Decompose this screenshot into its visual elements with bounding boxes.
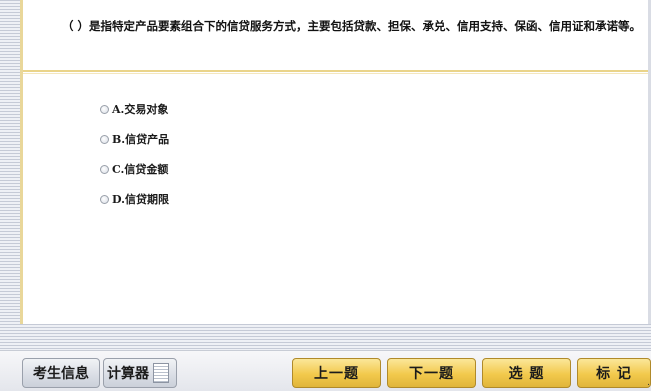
select-question-button[interactable]: 选 题: [482, 358, 571, 388]
calculator-icon: [153, 363, 169, 383]
option-label: A.交易对象: [112, 103, 169, 116]
radio-icon[interactable]: [100, 134, 109, 144]
option-label: C.信贷金额: [112, 163, 169, 176]
answer-options: A.交易对象 B.信贷产品 C.信贷金额 D.信贷期限: [100, 100, 169, 220]
radio-icon[interactable]: [100, 104, 109, 114]
calculator-label: 计算器: [107, 366, 149, 382]
question-divider-secondary: [23, 73, 648, 74]
left-stripe-panel: [0, 0, 20, 324]
question-text: （ ）是指特定产品要素组合下的信贷服务方式，主要包括贷款、担保、承兑、信用支持、…: [62, 19, 641, 33]
candidate-info-button[interactable]: 考生信息: [22, 358, 100, 388]
corner-dot-icon: .: [647, 378, 650, 388]
option-c[interactable]: C.信贷金额: [100, 160, 169, 178]
prev-question-button[interactable]: 上一题: [292, 358, 381, 388]
mark-question-button[interactable]: 标 记: [577, 358, 651, 388]
question-divider: [23, 70, 648, 72]
radio-icon[interactable]: [100, 194, 109, 204]
option-label: B.信贷产品: [112, 133, 170, 146]
option-label: D.信贷期限: [112, 193, 169, 206]
option-d[interactable]: D.信贷期限: [100, 190, 169, 208]
option-a[interactable]: A.交易对象: [100, 100, 169, 118]
calculator-button[interactable]: 计算器: [103, 358, 177, 388]
radio-icon[interactable]: [100, 164, 109, 174]
next-question-button[interactable]: 下一题: [387, 358, 476, 388]
bottom-stripe-panel: [0, 324, 651, 350]
option-b[interactable]: B.信贷产品: [100, 130, 169, 148]
left-rule: [20, 0, 23, 324]
